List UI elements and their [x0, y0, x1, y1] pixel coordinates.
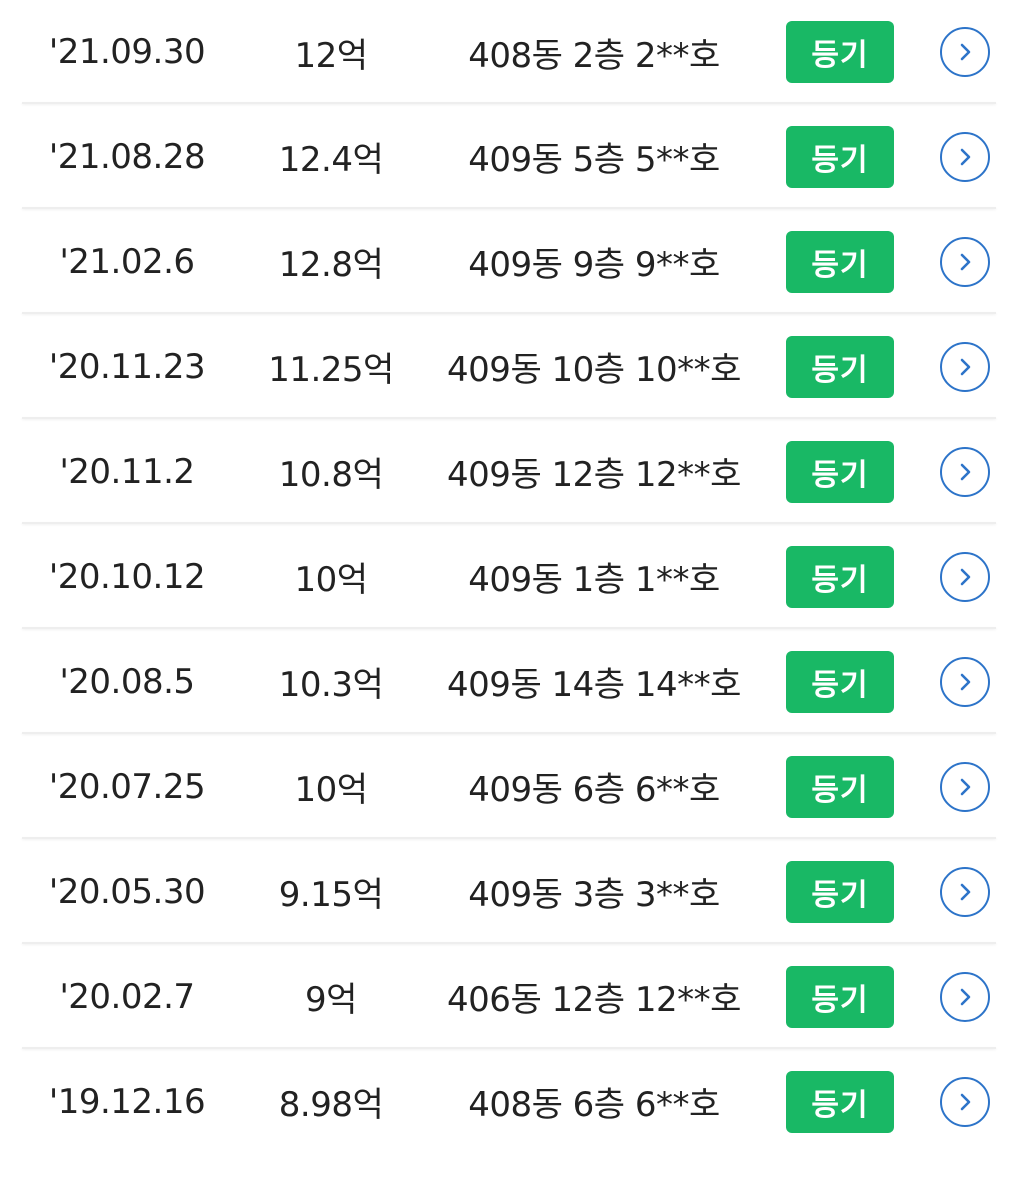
- transaction-unit: 408동 2층 2**호: [468, 35, 720, 76]
- chevron-right-icon[interactable]: [940, 866, 990, 917]
- transaction-date: '20.07.25: [48, 766, 206, 807]
- chevron-right-icon[interactable]: [940, 236, 990, 287]
- transaction-row: '19.12.16 8.98억 408동 6층 6**호 등기: [0, 1049, 1012, 1154]
- transaction-date: '21.08.28: [48, 136, 206, 177]
- transaction-date: '20.11.2: [59, 451, 195, 492]
- chevron-right-icon[interactable]: [940, 446, 990, 497]
- registry-button[interactable]: 등기: [786, 860, 894, 923]
- registry-button[interactable]: 등기: [786, 1070, 894, 1133]
- chevron-right-icon[interactable]: [940, 131, 990, 182]
- transaction-price: 10.8억: [278, 455, 384, 495]
- transaction-price: 8.98억: [278, 1085, 384, 1125]
- transaction-unit: 409동 14층 14**호: [447, 665, 741, 705]
- transaction-unit: 409동 1층 1**호: [468, 560, 720, 600]
- registry-button[interactable]: 등기: [786, 230, 894, 293]
- chevron-right-icon[interactable]: [940, 1076, 990, 1127]
- registry-button[interactable]: 등기: [786, 335, 894, 398]
- registry-button[interactable]: 등기: [786, 755, 894, 818]
- transaction-price: 10.3억: [278, 665, 384, 705]
- transaction-price: 11.25억: [268, 350, 394, 390]
- registry-button[interactable]: 등기: [786, 650, 894, 713]
- transaction-unit: 409동 6층 6**호: [468, 770, 720, 810]
- chevron-right-icon[interactable]: [940, 27, 990, 77]
- chevron-right-icon[interactable]: [940, 971, 990, 1022]
- transaction-row: '20.11.2 10.8억 409동 12층 12**호 등기: [0, 419, 1012, 524]
- transaction-unit: 409동 12층 12**호: [447, 455, 741, 495]
- transaction-price: 12억: [294, 35, 368, 76]
- transaction-price: 12.8억: [278, 245, 384, 285]
- transaction-unit: 406동 12층 12**호: [447, 980, 741, 1020]
- transaction-unit: 409동 5층 5**호: [468, 140, 720, 180]
- transaction-price: 12.4억: [278, 140, 384, 180]
- chevron-right-icon[interactable]: [940, 656, 990, 707]
- transaction-price: 10억: [294, 560, 368, 600]
- transaction-row: '21.08.28 12.4억 409동 5층 5**호 등기: [0, 104, 1012, 209]
- transaction-unit: 409동 3층 3**호: [468, 875, 720, 915]
- transaction-date: '19.12.16: [48, 1081, 206, 1122]
- transaction-date: '20.11.23: [48, 346, 206, 387]
- registry-button[interactable]: 등기: [786, 545, 894, 608]
- transaction-date: '21.09.30: [48, 32, 206, 72]
- transaction-date: '20.08.5: [59, 661, 195, 702]
- transaction-unit: 408동 6층 6**호: [468, 1085, 720, 1125]
- transaction-date: '20.10.12: [48, 556, 206, 597]
- transaction-row: '20.05.30 9.15억 409동 3층 3**호 등기: [0, 839, 1012, 944]
- transaction-row: '21.09.30 12억 408동 2층 2**호 등기: [0, 0, 1012, 104]
- transaction-date: '20.02.7: [59, 976, 195, 1017]
- transaction-date: '21.02.6: [59, 241, 195, 282]
- transaction-unit: 409동 10층 10**호: [447, 350, 741, 390]
- transaction-row: '20.10.12 10억 409동 1층 1**호 등기: [0, 524, 1012, 629]
- transaction-row: '20.11.23 11.25억 409동 10층 10**호 등기: [0, 314, 1012, 419]
- transaction-list: '21.09.30 12억 408동 2층 2**호 등기 '21.08.28 …: [0, 0, 1012, 1154]
- transaction-row: '20.08.5 10.3억 409동 14층 14**호 등기: [0, 629, 1012, 734]
- transaction-date: '20.05.30: [48, 871, 206, 912]
- registry-button[interactable]: 등기: [786, 440, 894, 503]
- transaction-price: 10억: [294, 770, 368, 810]
- registry-button[interactable]: 등기: [786, 965, 894, 1028]
- registry-button[interactable]: 등기: [786, 21, 894, 83]
- transaction-row: '21.02.6 12.8억 409동 9층 9**호 등기: [0, 209, 1012, 314]
- transaction-price: 9.15억: [278, 875, 384, 915]
- transaction-row: '20.02.7 9억 406동 12층 12**호 등기: [0, 944, 1012, 1049]
- transaction-unit: 409동 9층 9**호: [468, 245, 720, 285]
- chevron-right-icon[interactable]: [940, 761, 990, 812]
- transaction-row: '20.07.25 10억 409동 6층 6**호 등기: [0, 734, 1012, 839]
- registry-button[interactable]: 등기: [786, 125, 894, 188]
- chevron-right-icon[interactable]: [940, 551, 990, 602]
- chevron-right-icon[interactable]: [940, 341, 990, 392]
- transaction-price: 9억: [305, 980, 357, 1020]
